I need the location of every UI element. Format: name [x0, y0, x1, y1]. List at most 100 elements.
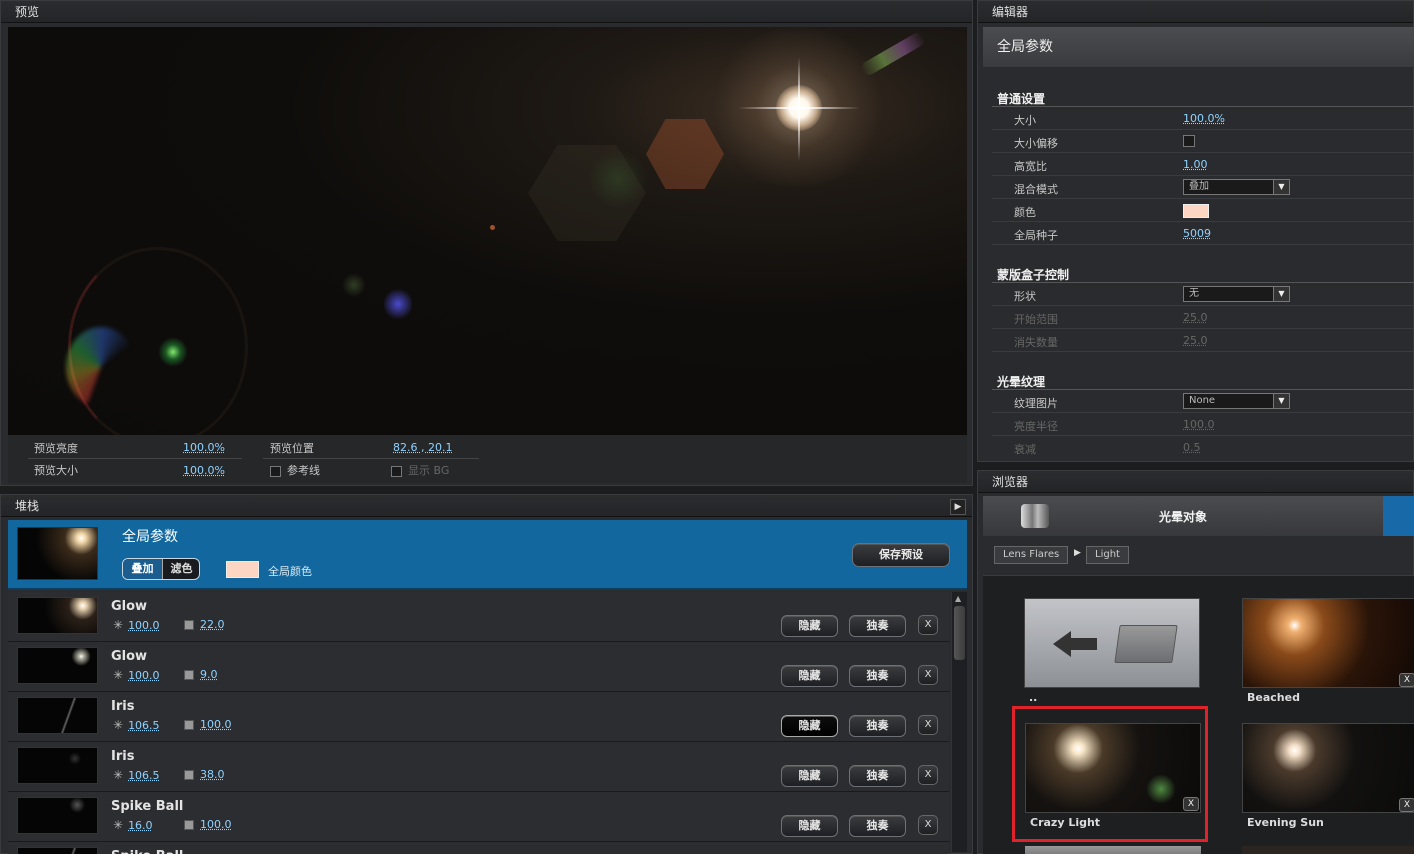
- remove-layer-button[interactable]: X: [918, 815, 938, 835]
- brightness-value[interactable]: 100.0%: [183, 441, 225, 454]
- size-value[interactable]: 9.0: [200, 668, 218, 681]
- show-bg-checkbox[interactable]: [391, 465, 402, 477]
- tile-parent-folder[interactable]: [1024, 598, 1200, 688]
- chevron-down-icon[interactable]: ▼: [1273, 394, 1289, 408]
- param-value[interactable]: 1.00: [1183, 158, 1208, 171]
- layer-name: Spike Ball: [111, 849, 183, 854]
- param-value[interactable]: 0.5: [1183, 441, 1201, 454]
- solo-button[interactable]: 独奏: [849, 665, 906, 687]
- remove-layer-button[interactable]: X: [918, 615, 938, 635]
- size-icon: [184, 720, 194, 730]
- hide-button[interactable]: 隐藏: [781, 665, 838, 687]
- param-fade: 消失数量 25.0: [992, 329, 1414, 352]
- shape-dropdown[interactable]: 无 ▼: [1183, 286, 1290, 302]
- tile-partial[interactable]: [1242, 846, 1414, 854]
- blend-toggle[interactable]: 叠加 滤色: [122, 558, 200, 580]
- param-value[interactable]: 5009: [1183, 227, 1211, 240]
- divider: [263, 458, 479, 459]
- chevron-down-icon[interactable]: ▼: [1273, 180, 1289, 194]
- breadcrumb-lens-flares[interactable]: Lens Flares: [994, 546, 1069, 564]
- guides-label: 参考线: [287, 464, 320, 477]
- scroll-thumb[interactable]: [954, 606, 965, 660]
- chevron-down-icon[interactable]: ▼: [1273, 287, 1289, 301]
- tile-close-button[interactable]: X: [1399, 798, 1414, 812]
- dropdown-value: 叠加: [1189, 181, 1209, 192]
- size-icon: [184, 670, 194, 680]
- size-offset-checkbox[interactable]: [1183, 135, 1195, 147]
- mode-add-button[interactable]: 叠加: [123, 559, 162, 579]
- layer-brightness: ✳ 100.0: [113, 668, 160, 682]
- param-label: 大小: [1014, 114, 1036, 127]
- size-value[interactable]: 38.0: [200, 768, 225, 781]
- size-value[interactable]: 100.0%: [183, 464, 225, 477]
- param-decay: 衰减 0.5: [992, 436, 1414, 459]
- remove-layer-button[interactable]: X: [918, 765, 938, 785]
- solo-button[interactable]: 独奏: [849, 715, 906, 737]
- global-color-swatch[interactable]: [226, 561, 259, 578]
- global-params-row[interactable]: 全局参数 叠加 滤色 全局颜色 保存预设: [8, 520, 967, 590]
- hide-button[interactable]: 隐藏: [781, 715, 838, 737]
- brightness-label: 预览亮度: [34, 442, 78, 455]
- layer-row[interactable]: Glow ✳ 100.0 9.0 隐藏 独奏 X: [8, 642, 949, 692]
- solo-button[interactable]: 独奏: [849, 815, 906, 837]
- param-aspect: 高宽比 1.00: [992, 153, 1414, 176]
- layer-row[interactable]: Iris ✳ 106.5 100.0 隐藏 独奏 X: [8, 692, 949, 742]
- tile-close-button[interactable]: X: [1399, 673, 1414, 687]
- layer-row[interactable]: Glow ✳ 100.0 22.0 隐藏 独奏 X: [8, 592, 949, 642]
- global-name: 全局参数: [122, 529, 178, 545]
- save-preset-button[interactable]: 保存预设: [852, 543, 950, 567]
- expand-arrow-icon[interactable]: ▶: [950, 499, 966, 515]
- hide-button[interactable]: 隐藏: [781, 765, 838, 787]
- show-bg-label: 显示 BG: [408, 464, 450, 477]
- guides-checkbox[interactable]: [270, 465, 281, 477]
- param-value[interactable]: 25.0: [1183, 311, 1208, 324]
- param-value[interactable]: 100.0%: [1183, 112, 1225, 125]
- param-value[interactable]: 100.0: [1183, 418, 1215, 431]
- selection-highlight: [1012, 706, 1208, 842]
- hide-button[interactable]: 隐藏: [781, 815, 838, 837]
- layer-row[interactable]: Spike Ball✳隐藏独奏X: [8, 842, 949, 854]
- layer-name: Glow: [111, 649, 148, 664]
- brightness-value[interactable]: 100.0: [128, 669, 160, 682]
- remove-layer-button[interactable]: X: [918, 665, 938, 685]
- color-swatch[interactable]: [1183, 204, 1209, 218]
- scroll-up-icon[interactable]: ▲: [955, 594, 961, 603]
- layer-row[interactable]: Spike Ball ✳ 16.0 100.0 隐藏 独奏 X: [8, 792, 949, 842]
- preview-controls: 预览亮度 100.0% 预览大小 100.0% 预览位置 82.6 , 20.1…: [8, 435, 967, 483]
- brightness-icon: ✳: [113, 668, 124, 682]
- flare-green-orb: [342, 273, 366, 297]
- browser-header-accent: [1383, 496, 1414, 536]
- show-bg-toggle[interactable]: 显示 BG: [391, 462, 449, 478]
- remove-layer-button[interactable]: X: [918, 715, 938, 735]
- param-value[interactable]: 25.0: [1183, 334, 1208, 347]
- size-value[interactable]: 100.0: [200, 818, 232, 831]
- brightness-value[interactable]: 106.5: [128, 719, 160, 732]
- global-thumbnail: [17, 527, 98, 580]
- layer-row[interactable]: Iris ✳ 106.5 38.0 隐藏 独奏 X: [8, 742, 949, 792]
- tile-evening-sun[interactable]: X: [1242, 723, 1414, 813]
- hide-button[interactable]: 隐藏: [781, 615, 838, 637]
- layer-thumbnail: [17, 747, 98, 784]
- breadcrumb-light[interactable]: Light: [1086, 546, 1129, 564]
- param-blend: 混合模式 叠加 ▼: [992, 176, 1414, 199]
- blend-mode-dropdown[interactable]: 叠加 ▼: [1183, 179, 1290, 195]
- mode-screen-button[interactable]: 滤色: [162, 559, 199, 579]
- scrollbar[interactable]: ▲: [951, 592, 967, 852]
- brightness-value[interactable]: 100.0: [128, 619, 160, 632]
- param-start-range: 开始范围 25.0: [992, 306, 1414, 329]
- tile-beached[interactable]: X: [1242, 598, 1414, 688]
- size-value[interactable]: 100.0: [200, 718, 232, 731]
- solo-button[interactable]: 独奏: [849, 765, 906, 787]
- position-value[interactable]: 82.6 , 20.1: [393, 441, 452, 454]
- flare-dot: [490, 225, 495, 230]
- texture-dropdown[interactable]: None ▼: [1183, 393, 1290, 409]
- solo-button[interactable]: 独奏: [849, 615, 906, 637]
- param-label: 高宽比: [1014, 160, 1047, 173]
- layer-size: 9.0: [184, 668, 218, 681]
- brightness-value[interactable]: 16.0: [128, 819, 153, 832]
- tile-partial[interactable]: [1025, 846, 1201, 854]
- brightness-value[interactable]: 106.5: [128, 769, 160, 782]
- guides-toggle[interactable]: 参考线: [270, 462, 320, 478]
- size-value[interactable]: 22.0: [200, 618, 225, 631]
- preview-canvas[interactable]: [8, 27, 967, 435]
